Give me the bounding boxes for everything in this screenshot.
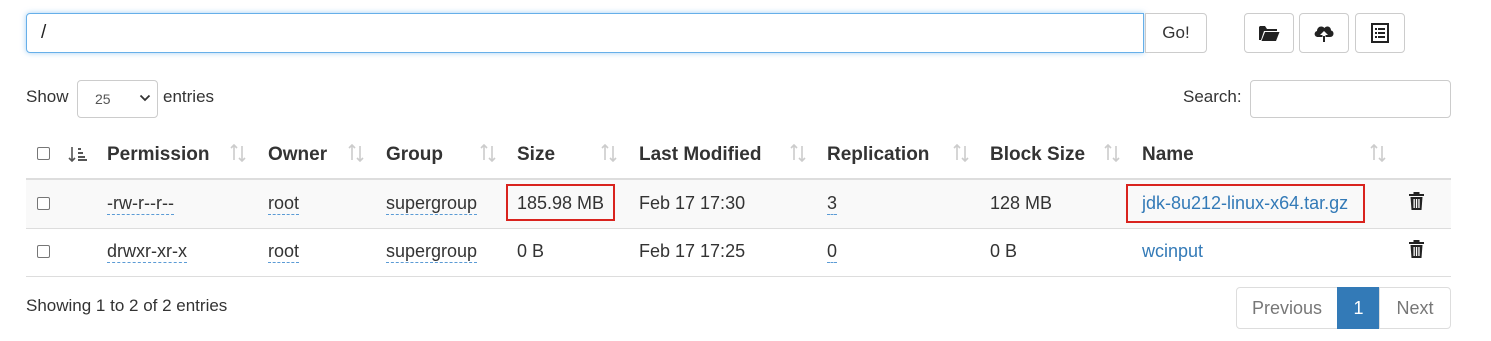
row-divider <box>26 228 1451 229</box>
page-size-select[interactable]: 25 <box>77 80 158 118</box>
permission-value[interactable]: -rw-r--r-- <box>107 193 174 215</box>
col-replication[interactable]: Replication <box>827 144 929 166</box>
col-owner[interactable]: Owner <box>268 144 327 166</box>
row-checkbox[interactable] <box>37 197 50 210</box>
select-all-checkbox[interactable] <box>37 147 50 160</box>
list-view-button[interactable] <box>1355 13 1405 53</box>
sort-both-icon[interactable] <box>230 144 246 162</box>
col-name[interactable]: Name <box>1142 144 1194 166</box>
trash-icon[interactable] <box>1408 191 1425 211</box>
sort-both-icon[interactable] <box>1370 144 1386 162</box>
folder-name-link[interactable]: wcinput <box>1142 241 1203 262</box>
search-label: Search: <box>1183 87 1242 106</box>
table-info: Showing 1 to 2 of 2 entries <box>26 296 228 315</box>
go-button[interactable]: Go! <box>1145 13 1207 53</box>
sort-both-icon[interactable] <box>601 144 617 162</box>
block-size-value: 128 MB <box>990 193 1053 213</box>
replication-value[interactable]: 3 <box>827 193 838 215</box>
col-size[interactable]: Size <box>517 144 555 166</box>
show-label: Show <box>26 87 69 106</box>
owner-value[interactable]: root <box>268 241 300 263</box>
folder-open-icon <box>1259 26 1280 41</box>
next-button[interactable]: Next <box>1379 287 1451 329</box>
modified-value: Feb 17 17:30 <box>639 193 746 213</box>
chevron-down-icon <box>139 94 151 102</box>
table-bottom-divider <box>26 276 1451 277</box>
upload-button[interactable] <box>1299 13 1349 53</box>
block-size-value: 0 B <box>990 241 1018 261</box>
col-block-size[interactable]: Block Size <box>990 144 1085 166</box>
path-input[interactable] <box>26 13 1144 53</box>
permission-value[interactable]: drwxr-xr-x <box>107 241 187 263</box>
search-input[interactable] <box>1250 80 1451 118</box>
sort-both-icon[interactable] <box>790 144 806 162</box>
sort-both-icon[interactable] <box>953 144 969 162</box>
sort-both-icon[interactable] <box>480 144 496 162</box>
list-alt-icon <box>1371 23 1389 43</box>
page-1-button[interactable]: 1 <box>1337 287 1380 329</box>
replication-value[interactable]: 0 <box>827 241 838 263</box>
row-checkbox[interactable] <box>37 245 50 258</box>
col-group[interactable]: Group <box>386 144 443 166</box>
cloud-upload-icon <box>1314 26 1334 42</box>
col-last-modified[interactable]: Last Modified <box>639 144 761 166</box>
group-value[interactable]: supergroup <box>386 241 478 263</box>
trash-icon[interactable] <box>1408 239 1425 259</box>
size-value: 185.98 MB <box>517 193 605 213</box>
group-value[interactable]: supergroup <box>386 193 478 215</box>
modified-value: Feb 17 17:25 <box>639 241 746 261</box>
page-size-value: 25 <box>95 91 111 107</box>
entries-label: entries <box>163 87 215 106</box>
sort-asc-icon[interactable] <box>68 146 88 162</box>
previous-button[interactable]: Previous <box>1236 287 1338 329</box>
sort-both-icon[interactable] <box>348 144 364 162</box>
sort-both-icon[interactable] <box>1104 144 1120 162</box>
owner-value[interactable]: root <box>268 193 300 215</box>
size-value: 0 B <box>517 241 545 261</box>
open-folder-button[interactable] <box>1244 13 1294 53</box>
col-permission[interactable]: Permission <box>107 144 209 166</box>
file-name-link[interactable]: jdk-8u212-linux-x64.tar.gz <box>1142 193 1348 214</box>
